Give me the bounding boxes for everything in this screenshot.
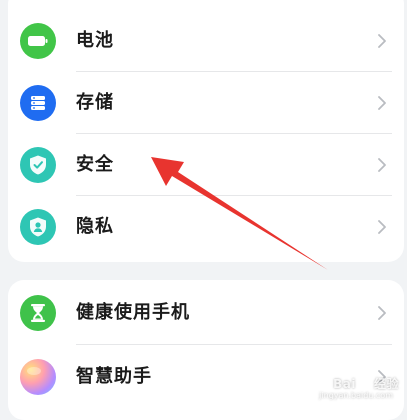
settings-group-device: 电池 存储 安全 隐私: [8, 0, 404, 262]
settings-item-label: 存储: [76, 92, 114, 113]
chevron-right-icon: [378, 158, 386, 172]
chevron-right-icon: [378, 96, 386, 110]
watermark-url: jingyan.baidu.com: [319, 391, 393, 400]
settings-item-label: 隐私: [76, 216, 114, 237]
watermark-text: 经验: [373, 377, 399, 391]
shield-check-icon: [20, 147, 56, 183]
settings-item-label: 智慧助手: [76, 366, 152, 387]
chevron-right-icon: [378, 34, 386, 48]
assistant-orb-icon: [20, 359, 56, 395]
settings-item-security[interactable]: 安全: [8, 134, 404, 196]
settings-item-label: 健康使用手机: [76, 302, 190, 323]
settings-item-storage[interactable]: 存储: [8, 72, 404, 134]
settings-item-label: 安全: [76, 154, 114, 175]
hourglass-icon: [20, 295, 56, 331]
privacy-shield-icon: [20, 209, 56, 245]
settings-item-label: 电池: [76, 30, 114, 51]
settings-item-battery[interactable]: 电池: [8, 10, 404, 72]
battery-icon: [20, 23, 56, 59]
paw-icon: [358, 376, 371, 390]
watermark: Bai 经验: [333, 375, 399, 392]
divider: [76, 344, 392, 345]
chevron-right-icon: [378, 220, 386, 234]
settings-item-privacy[interactable]: 隐私: [8, 196, 404, 258]
settings-item-digital-balance[interactable]: 健康使用手机: [8, 282, 404, 344]
chevron-right-icon: [378, 306, 386, 320]
watermark-text: Bai: [333, 377, 356, 391]
storage-icon: [20, 85, 56, 121]
